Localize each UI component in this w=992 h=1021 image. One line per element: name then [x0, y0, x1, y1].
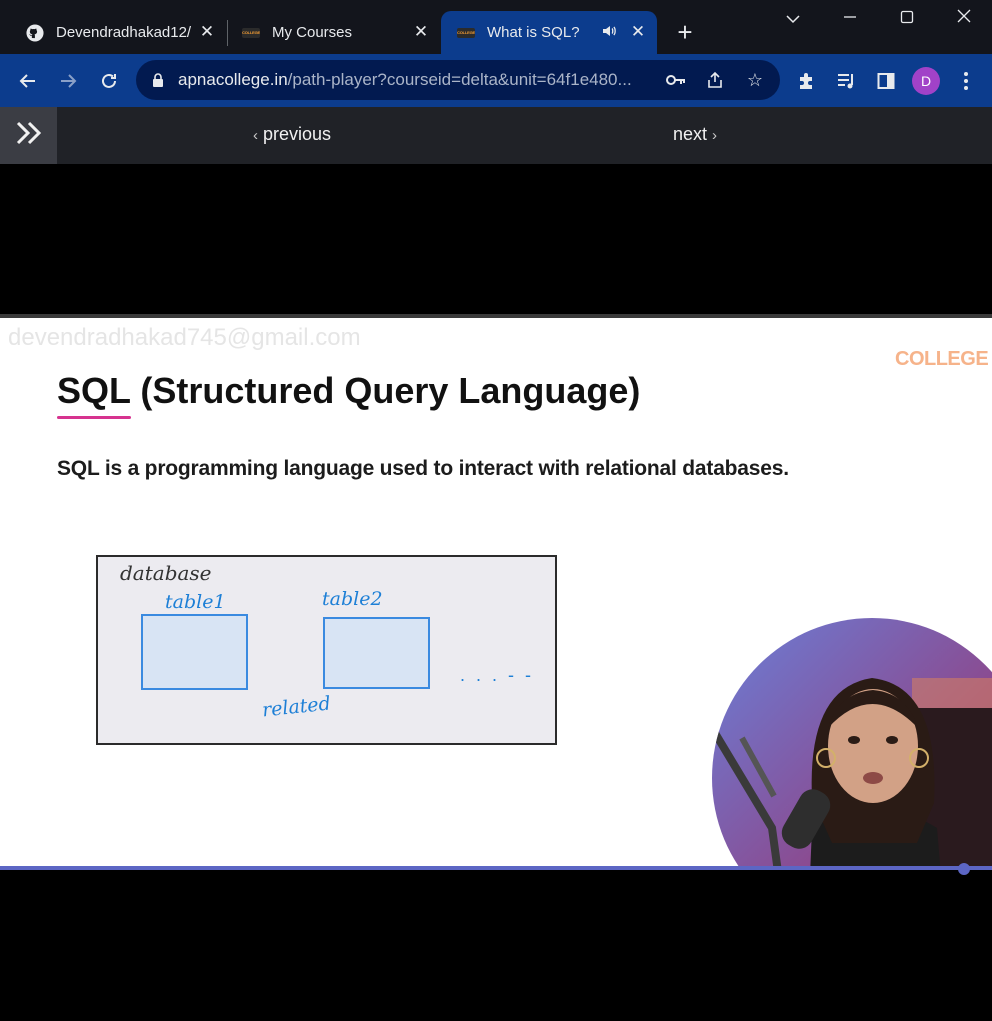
side-panel-icon[interactable]	[871, 66, 901, 96]
video-player[interactable]: devendradhakad745@gmail.com COLLEGE SQL …	[0, 164, 992, 1021]
table2-label: table2	[322, 588, 383, 610]
github-icon	[26, 23, 44, 42]
new-tab-button[interactable]: +	[672, 19, 698, 46]
user-email-watermark: devendradhakad745@gmail.com	[8, 324, 361, 351]
slide-title: SQL (Structured Query Language)	[57, 370, 641, 411]
extensions-icon[interactable]	[791, 66, 821, 96]
tab-close-icon[interactable]: ✕	[412, 23, 430, 41]
presenter-webcam-image	[712, 618, 992, 869]
share-icon[interactable]	[704, 69, 726, 91]
minimize-icon[interactable]	[837, 8, 863, 32]
forward-icon[interactable]	[53, 66, 83, 96]
college-brand-logo: COLLEGE	[895, 348, 989, 370]
bookmark-star-icon[interactable]: ☆	[744, 69, 766, 91]
tab-title: Devendradhakad12/	[56, 24, 192, 41]
chevron-left-icon: ‹	[253, 127, 258, 144]
double-chevron-right-icon	[15, 120, 43, 151]
video-progress-fill	[0, 866, 963, 870]
video-progress-track[interactable]	[0, 866, 992, 870]
college-logo-icon: COLLEGE	[242, 24, 260, 42]
table1-box	[141, 614, 248, 690]
tab-what-is-sql[interactable]: COLLEGE What is SQL? ✕	[441, 11, 657, 54]
reload-icon[interactable]	[94, 66, 124, 96]
tab-strip: Devendradhakad12/ ✕ COLLEGE My Courses ✕…	[0, 0, 992, 54]
tab-search-chevron-icon[interactable]	[780, 8, 806, 32]
lock-icon[interactable]	[152, 72, 164, 88]
next-lesson-link[interactable]: next ›	[673, 124, 717, 145]
tab-close-icon[interactable]: ✕	[198, 23, 216, 41]
media-queue-icon[interactable]	[831, 66, 861, 96]
slide-frame: devendradhakad745@gmail.com COLLEGE SQL …	[0, 314, 992, 869]
address-bar[interactable]: apnacollege.in/path-player?courseid=delt…	[136, 60, 780, 100]
more-menu-icon[interactable]	[951, 66, 981, 96]
next-label: next	[673, 124, 708, 144]
chevron-right-icon: ›	[712, 127, 718, 144]
speaker-icon[interactable]	[601, 23, 619, 41]
tab-title: What is SQL?	[487, 24, 580, 41]
tab-github[interactable]: Devendradhakad12/ ✕	[0, 11, 226, 54]
tab-my-courses[interactable]: COLLEGE My Courses ✕	[216, 11, 440, 54]
key-icon[interactable]	[665, 69, 687, 91]
table2-box	[323, 617, 430, 689]
tab-title: My Courses	[272, 24, 353, 41]
college-logo-icon: COLLEGE	[457, 24, 475, 42]
maximize-icon[interactable]	[894, 8, 920, 32]
course-nav-bar: ‹ previous next ›	[0, 107, 992, 164]
previous-lesson-link[interactable]: ‹ previous	[253, 124, 331, 145]
table1-label: table1	[165, 591, 226, 613]
tab-close-icon[interactable]: ✕	[629, 23, 647, 41]
back-icon[interactable]	[13, 66, 43, 96]
browser-toolbar: apnacollege.in/path-player?courseid=delt…	[0, 54, 992, 107]
profile-avatar[interactable]: D	[912, 67, 940, 95]
video-progress-thumb[interactable]	[958, 863, 970, 875]
slide-subtitle: SQL is a programming language used to in…	[57, 457, 789, 480]
more-tables-dots: . . . - -	[460, 665, 534, 685]
url-text: apnacollege.in/path-player?courseid=delt…	[178, 70, 632, 89]
title-underline	[57, 416, 131, 419]
database-label: database	[120, 561, 212, 585]
expand-sidebar-button[interactable]	[0, 107, 57, 164]
close-window-icon[interactable]	[951, 8, 977, 32]
previous-label: previous	[263, 124, 332, 144]
